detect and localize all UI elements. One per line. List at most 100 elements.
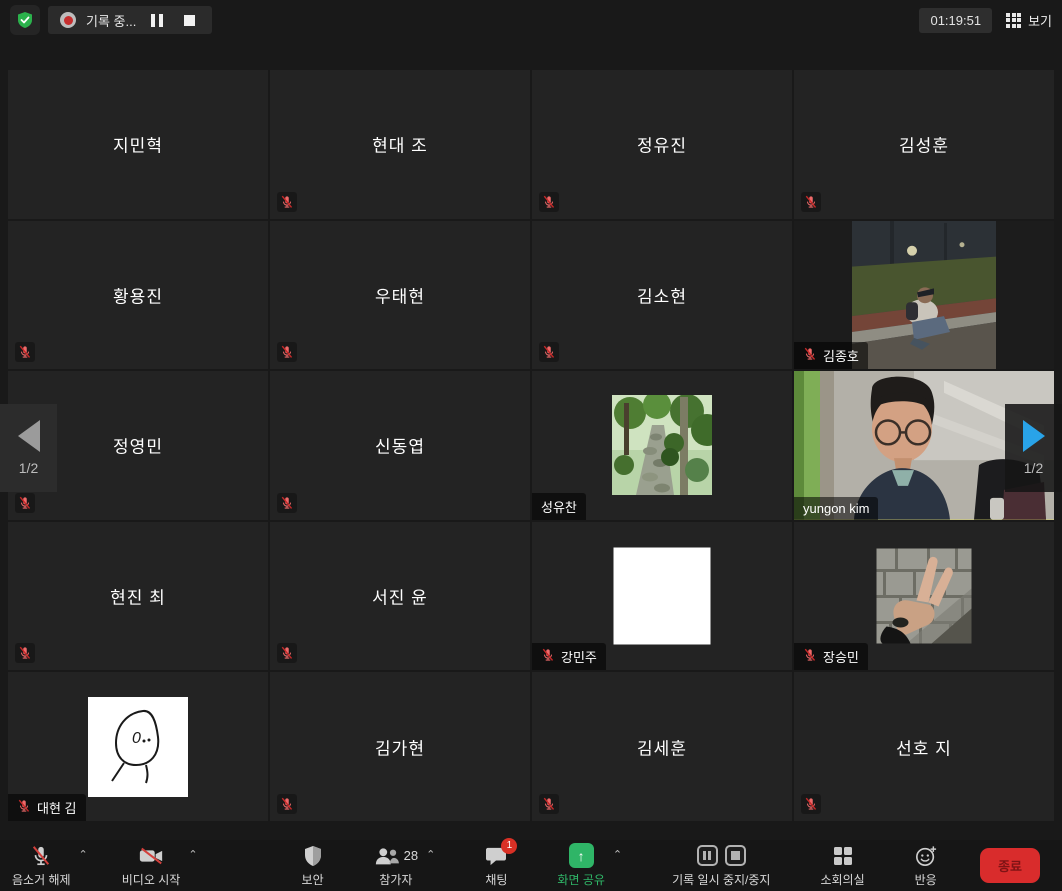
- security-label: 보안: [302, 871, 324, 888]
- participant-tile[interactable]: 장승민: [794, 522, 1054, 671]
- participant-tile[interactable]: 정유진: [532, 70, 792, 219]
- participant-tile[interactable]: 김소현: [532, 221, 792, 370]
- mic-muted-icon: [539, 342, 559, 362]
- page-indicator: 1/2: [1024, 460, 1043, 476]
- pause-stop-recording-button[interactable]: 기록 일시 중지/중지: [668, 842, 774, 890]
- reactions-label: 반응: [915, 871, 937, 888]
- arrow-right-icon: [1023, 420, 1045, 452]
- participants-count: 28: [404, 848, 418, 863]
- participant-tile[interactable]: 현대 조: [270, 70, 530, 219]
- participant-name: 서진 윤: [372, 584, 428, 609]
- mic-muted-icon: [15, 643, 35, 663]
- participant-tile[interactable]: 선호 지: [794, 672, 1054, 821]
- view-button[interactable]: 보기: [1006, 11, 1052, 30]
- participant-name: 지민혁: [113, 132, 163, 157]
- breakout-rooms-button[interactable]: 소회의실: [816, 842, 868, 890]
- mic-muted-icon: [803, 648, 817, 665]
- participant-name: 정영민: [113, 433, 163, 458]
- participant-tile[interactable]: 현진 최: [8, 522, 268, 671]
- participant-name: 김종호: [823, 346, 859, 365]
- chat-badge: 1: [501, 838, 517, 854]
- recording-dot-icon: [60, 12, 76, 28]
- stop-recording-icon[interactable]: [725, 845, 746, 866]
- next-page-button[interactable]: 1/2: [1005, 404, 1062, 492]
- participants-options-chevron[interactable]: ⌃: [422, 846, 439, 863]
- shield-check-icon: [16, 11, 34, 29]
- share-options-chevron[interactable]: ⌃: [609, 846, 626, 863]
- participant-avatar-hand-peace: [877, 549, 972, 644]
- mic-muted-icon: [539, 192, 559, 212]
- pause-icon: [151, 14, 163, 27]
- video-options-chevron[interactable]: ⌃: [184, 846, 201, 863]
- audio-options-chevron[interactable]: ⌃: [75, 846, 92, 863]
- pause-recording-icon[interactable]: [697, 845, 718, 866]
- mic-muted-icon: [801, 192, 821, 212]
- share-screen-button[interactable]: ↑ 화면 공유: [553, 842, 609, 890]
- recording-label: 기록 중...: [86, 11, 136, 30]
- reactions-button[interactable]: 반응: [911, 842, 941, 890]
- participant-name: 장승민: [823, 647, 859, 666]
- participant-name: 황용진: [113, 282, 163, 307]
- participant-tile[interactable]: 서진 윤: [270, 522, 530, 671]
- page-indicator: 1/2: [19, 460, 38, 476]
- video-gallery: 지민혁 현대 조 정유진 김성훈 황용진 우태현 김소현: [8, 70, 1054, 821]
- pause-recording-button[interactable]: [146, 9, 168, 31]
- arrow-left-icon: [18, 420, 40, 452]
- participant-name-tag: 김종호: [794, 342, 868, 369]
- participant-tile[interactable]: 성유찬: [532, 371, 792, 520]
- participants-button[interactable]: 28 참가자: [370, 842, 422, 890]
- start-video-label: 비디오 시작: [122, 871, 181, 888]
- participant-avatar-white-square: [614, 548, 711, 645]
- mic-muted-icon: [803, 347, 817, 364]
- previous-page-button[interactable]: 1/2: [0, 404, 57, 492]
- participant-name: 신동엽: [375, 433, 425, 458]
- mic-muted-icon: [15, 493, 35, 513]
- camera-off-icon: [138, 845, 164, 867]
- participant-tile[interactable]: 신동엽: [270, 371, 530, 520]
- participant-tile[interactable]: 김가현: [270, 672, 530, 821]
- participant-name-tag: 성유찬: [532, 493, 586, 520]
- participant-tile[interactable]: 김종호: [794, 221, 1054, 370]
- breakout-rooms-label: 소회의실: [820, 871, 864, 888]
- mic-muted-icon: [541, 648, 555, 665]
- participant-tile[interactable]: 우태현: [270, 221, 530, 370]
- shield-icon: [303, 845, 323, 867]
- stop-recording-button[interactable]: [178, 9, 200, 31]
- gallery-view-icon: [1006, 13, 1021, 28]
- security-button[interactable]: 보안: [298, 842, 328, 890]
- breakout-rooms-icon: [834, 847, 852, 865]
- participant-name-tag: 대현 김: [8, 794, 86, 821]
- start-video-button[interactable]: 비디오 시작: [118, 842, 185, 890]
- share-screen-icon: ↑: [569, 843, 594, 868]
- recording-indicator: 기록 중...: [48, 6, 212, 34]
- participant-name: 선호 지: [896, 734, 952, 759]
- participant-name: 현대 조: [372, 132, 428, 157]
- participant-tile[interactable]: 황용진: [8, 221, 268, 370]
- chat-button[interactable]: 1 채팅: [481, 842, 511, 890]
- mic-muted-icon: [801, 794, 821, 814]
- mic-muted-icon: [277, 794, 297, 814]
- participants-icon: [374, 846, 400, 866]
- end-meeting-button[interactable]: 종료: [980, 848, 1040, 883]
- participant-tile[interactable]: 지민혁: [8, 70, 268, 219]
- mic-muted-icon: [277, 192, 297, 212]
- participant-name: 김소현: [637, 282, 687, 307]
- participant-tile[interactable]: 0 대현 김: [8, 672, 268, 821]
- reactions-smiley-icon: [915, 845, 937, 867]
- participant-name: 김세훈: [637, 734, 687, 759]
- participant-tile[interactable]: 김세훈: [532, 672, 792, 821]
- mic-muted-icon: [30, 845, 52, 867]
- participant-name-tag: 장승민: [794, 643, 868, 670]
- unmute-label: 음소거 해제: [12, 871, 71, 888]
- meeting-toolbar: 음소거 해제 ⌃ 비디오 시작 ⌃ 보안: [0, 840, 1062, 891]
- unmute-button[interactable]: 음소거 해제: [8, 842, 75, 890]
- participant-name: 강민주: [561, 647, 597, 666]
- view-button-label: 보기: [1028, 11, 1052, 30]
- participant-name: 김가현: [375, 734, 425, 759]
- participant-tile[interactable]: 김성훈: [794, 70, 1054, 219]
- participant-tile[interactable]: 강민주: [532, 522, 792, 671]
- participant-name-tag: yungon kim: [794, 497, 878, 520]
- mic-muted-icon: [15, 342, 35, 362]
- security-shield-badge[interactable]: [10, 5, 40, 35]
- participant-name: 정유진: [637, 132, 687, 157]
